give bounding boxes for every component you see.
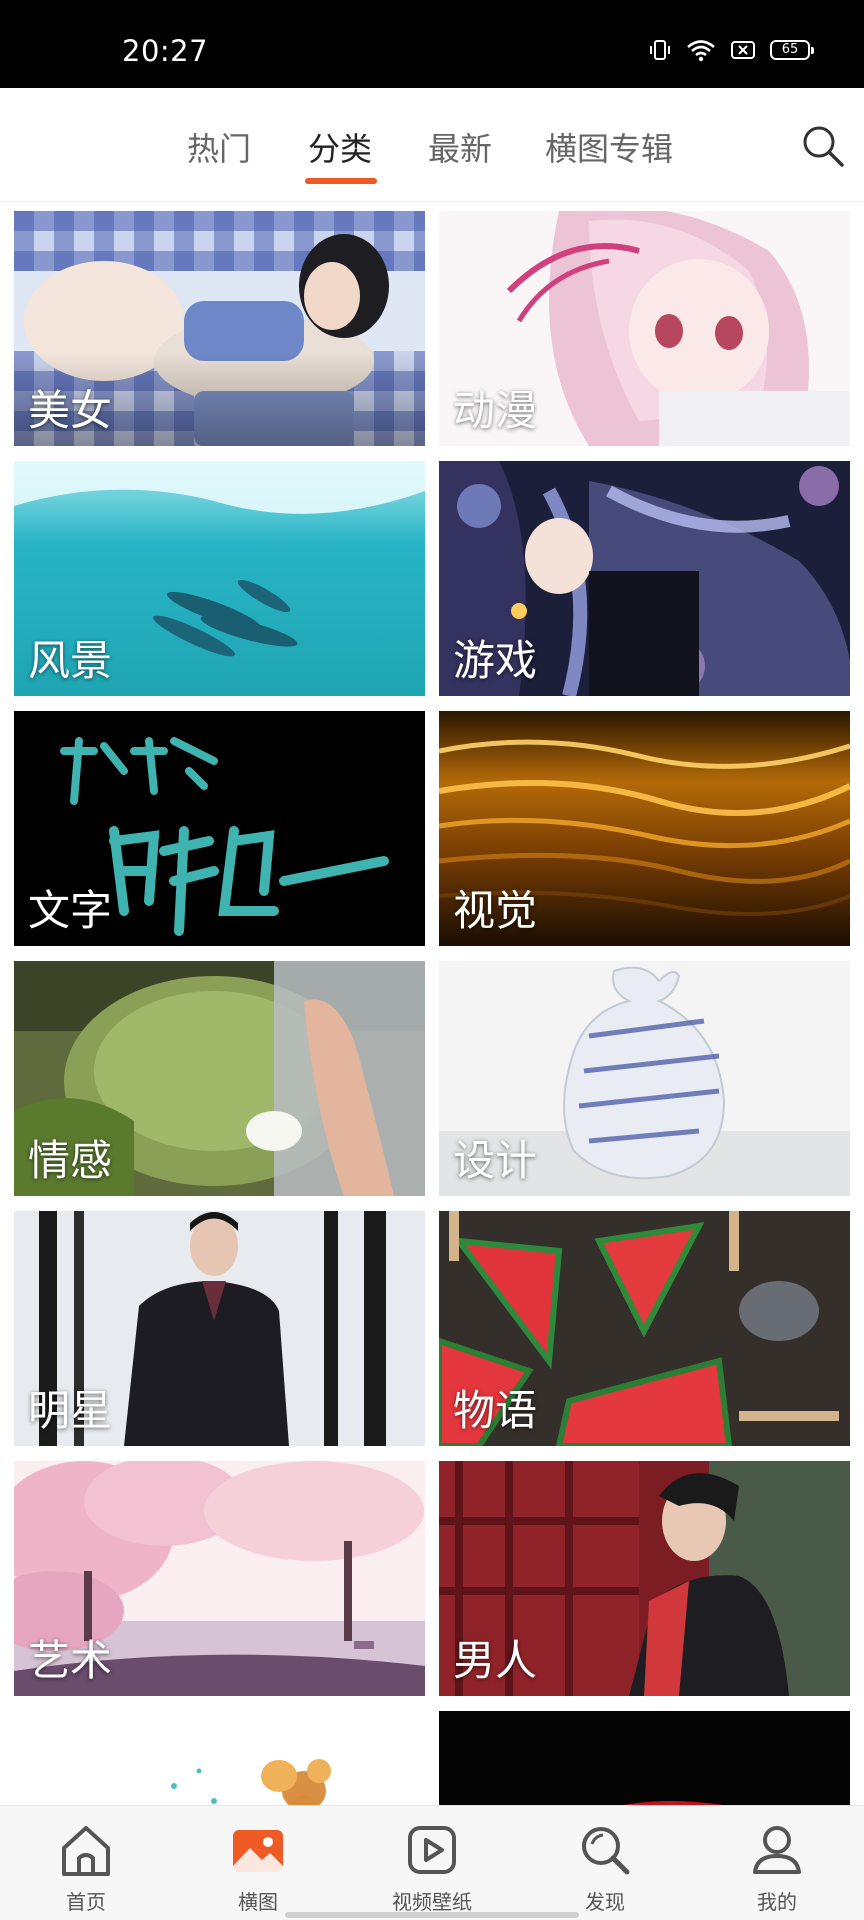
nav-video-wallpaper[interactable]: 视频壁纸 (372, 1820, 492, 1915)
status-time: 20:27 (122, 34, 209, 68)
home-indicator (285, 1912, 579, 1918)
battery-icon: 65 (770, 40, 814, 60)
category-tile-cartoon[interactable] (14, 1711, 425, 1805)
tab-landscape-album[interactable]: 横图专辑 (545, 124, 673, 170)
tab-category[interactable]: 分类 (308, 124, 372, 170)
nav-discover[interactable]: 发现 (545, 1820, 665, 1915)
category-tile-visual[interactable]: 视觉 (439, 711, 850, 946)
category-grid: 美女 动漫 风景 游戏 文字 视觉 情感 设计 明星 物语 艺术 男人 (0, 203, 864, 1805)
home-icon (62, 1826, 110, 1876)
search-icon[interactable] (800, 123, 846, 169)
bottom-navigation: 首页 横图 视频壁纸 发现 我的 (0, 1805, 864, 1920)
image-icon (233, 1830, 283, 1872)
cars-thumbnail (439, 1711, 850, 1805)
nav-label: 首页 (66, 1890, 106, 1914)
tab-latest[interactable]: 最新 (428, 124, 492, 170)
category-label: 设计 (453, 1136, 538, 1185)
nav-profile[interactable]: 我的 (717, 1820, 837, 1915)
nav-label: 视频壁纸 (392, 1890, 472, 1914)
category-tile-design[interactable]: 设计 (439, 961, 850, 1196)
status-bar: 20:27 65 (0, 0, 864, 88)
profile-icon (753, 1826, 801, 1874)
category-tile-art[interactable]: 艺术 (14, 1461, 425, 1696)
category-label: 物语 (453, 1386, 538, 1435)
top-tab-bar: 热门 分类 最新 横图专辑 (0, 88, 864, 202)
category-tile-anime[interactable]: 动漫 (439, 211, 850, 446)
category-tile-text[interactable]: 文字 (14, 711, 425, 946)
tab-hot[interactable]: 热门 (187, 124, 251, 170)
discover-search-icon (582, 1827, 630, 1875)
category-label: 风景 (28, 636, 113, 685)
category-tile-cars[interactable] (439, 1711, 850, 1805)
category-label: 文字 (28, 886, 113, 935)
category-label: 视觉 (453, 886, 538, 935)
category-label: 情感 (28, 1136, 113, 1185)
cartoon-thumbnail (14, 1711, 425, 1805)
category-tile-men[interactable]: 男人 (439, 1461, 850, 1696)
nav-label: 我的 (757, 1890, 797, 1914)
category-label: 美女 (28, 386, 113, 435)
sim-blocked-icon (731, 41, 755, 59)
category-label: 明星 (28, 1386, 113, 1435)
category-label: 艺术 (28, 1636, 113, 1685)
video-play-icon (408, 1826, 456, 1874)
category-tile-story[interactable]: 物语 (439, 1211, 850, 1446)
category-tile-games[interactable]: 游戏 (439, 461, 850, 696)
nav-home[interactable]: 首页 (26, 1820, 146, 1915)
category-tile-celebrity[interactable]: 明星 (14, 1211, 425, 1446)
nav-label: 发现 (585, 1890, 625, 1914)
category-tile-scenery[interactable]: 风景 (14, 461, 425, 696)
status-icons: 65 (648, 38, 814, 62)
wifi-icon (687, 40, 715, 62)
nav-landscape[interactable]: 横图 (198, 1820, 318, 1915)
nav-label: 横图 (238, 1890, 278, 1914)
vibrate-icon (650, 40, 670, 60)
category-tile-beauty[interactable]: 美女 (14, 211, 425, 446)
category-label: 游戏 (453, 636, 538, 685)
active-tab-indicator (305, 178, 377, 184)
category-tile-emotion[interactable]: 情感 (14, 961, 425, 1196)
category-label: 男人 (453, 1636, 538, 1685)
category-label: 动漫 (453, 386, 538, 435)
